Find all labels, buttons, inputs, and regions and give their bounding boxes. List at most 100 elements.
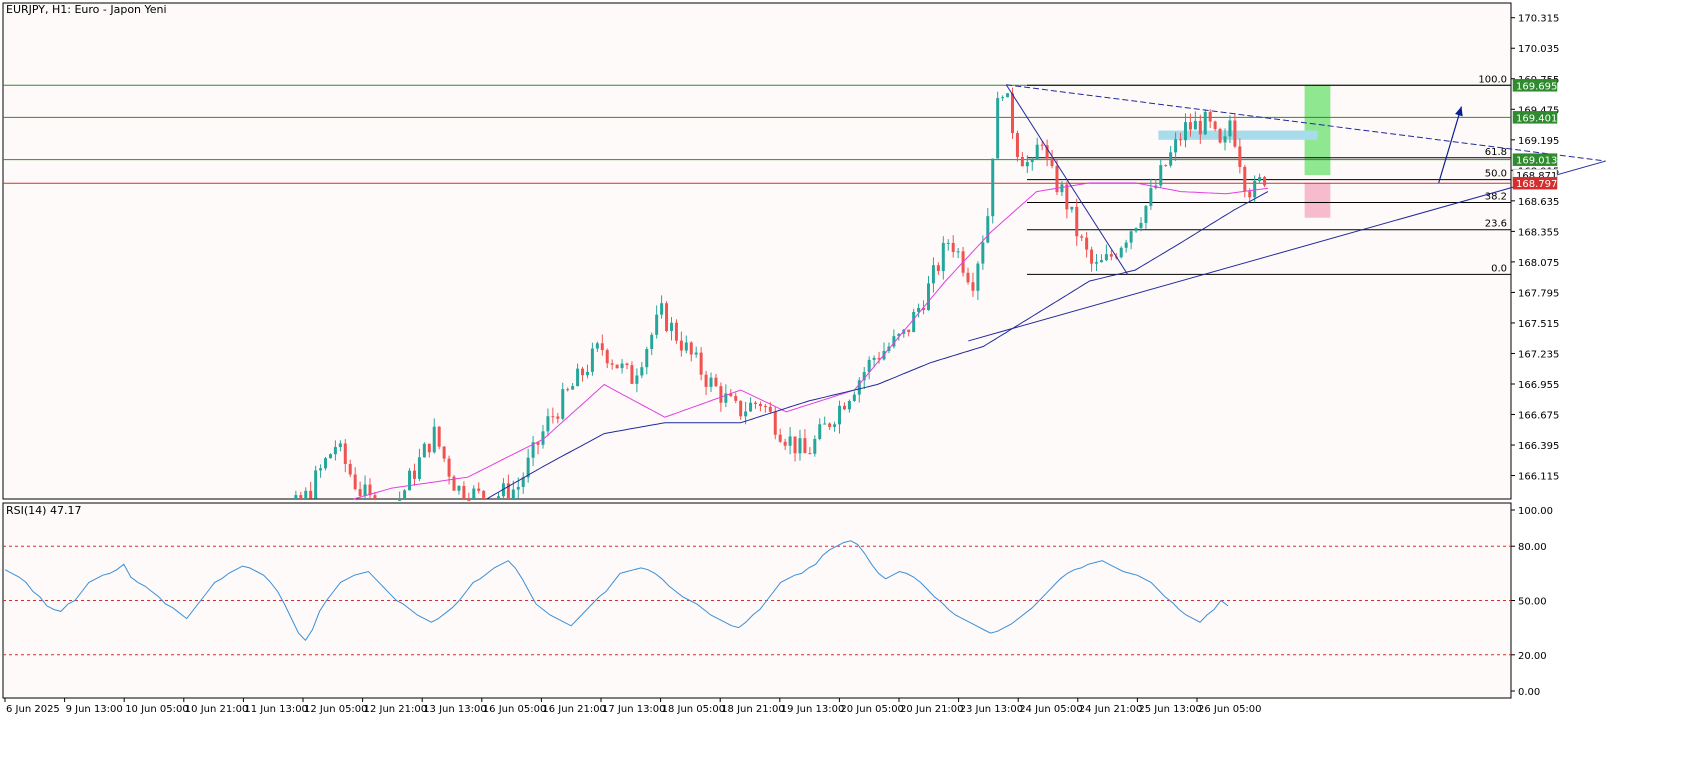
rsi-tick-label: 50.00: [1518, 597, 1547, 608]
candle-body: [1099, 260, 1103, 263]
candle-body: [798, 438, 802, 454]
candle-body: [867, 359, 871, 373]
time-tick-label: 13 Jun 13:00: [423, 704, 487, 715]
candle-body: [610, 363, 614, 365]
time-tick-label: 6 Jun 2025: [6, 704, 60, 715]
candle-body: [1179, 139, 1183, 141]
rsi-tick-label: 20.00: [1518, 651, 1547, 662]
candle-body: [946, 242, 950, 244]
candle-body: [417, 457, 421, 479]
candle-body: [1085, 237, 1089, 250]
candle-body: [1104, 254, 1108, 261]
candle-body: [437, 426, 441, 447]
price-level-badge-label: 169.695: [1516, 81, 1557, 92]
candle-body: [442, 446, 446, 459]
candle-body: [605, 350, 609, 364]
fib-level-label: 38.2: [1485, 191, 1507, 202]
candle-body: [1001, 97, 1005, 99]
candle-body: [669, 322, 673, 331]
price-tick-label: 167.795: [1518, 288, 1559, 299]
candle-body: [828, 423, 832, 427]
candle-body: [650, 334, 654, 349]
candle-body: [1119, 247, 1123, 258]
time-tick-label: 16 Jun 05:00: [483, 704, 547, 715]
candle-body: [497, 496, 500, 499]
candle-body: [590, 348, 594, 372]
candle-body: [838, 405, 842, 425]
candle-body: [1238, 146, 1242, 167]
candle-body: [581, 368, 585, 376]
candle-body: [694, 352, 698, 355]
rsi-header: RSI(14) 47.17: [6, 504, 82, 517]
candle-body: [1080, 236, 1084, 238]
candle-body: [600, 343, 604, 351]
candle-body: [931, 265, 935, 284]
candle-body: [1258, 177, 1262, 181]
candle-body: [679, 340, 683, 351]
time-tick-label: 19 Jun 13:00: [781, 704, 845, 715]
candle-body: [813, 438, 817, 454]
candle-body: [655, 314, 659, 335]
time-tick-label: 26 Jun 05:00: [1198, 704, 1262, 715]
price-level-badge-label: 169.401: [1516, 113, 1557, 124]
candle-body: [314, 470, 318, 499]
rsi-tick-label: 100.00: [1518, 506, 1553, 517]
candle-body: [1020, 156, 1024, 167]
candle-body: [758, 403, 762, 407]
time-tick-label: 12 Jun 05:00: [304, 704, 368, 715]
candle-body: [462, 485, 466, 499]
candle-body: [398, 500, 402, 502]
candle-body: [941, 242, 945, 272]
fib-level-label: 50.0: [1485, 169, 1507, 180]
candle-body: [981, 242, 985, 264]
candle-body: [1060, 184, 1064, 193]
candle-body: [842, 405, 846, 410]
candle-body: [971, 282, 975, 291]
candle-body: [1040, 144, 1044, 146]
candle-body: [986, 216, 990, 243]
candle-body: [1124, 242, 1128, 248]
candle-body: [936, 265, 940, 272]
candle-body: [333, 447, 337, 455]
time-tick-label: 20 Jun 21:00: [900, 704, 964, 715]
time-tick-label: 10 Jun 05:00: [125, 704, 189, 715]
candle-body: [744, 411, 748, 417]
price-level-badge-label: 169.013: [1516, 156, 1557, 167]
candle-body: [1159, 165, 1163, 186]
candle-body: [1169, 152, 1173, 166]
candle-body: [408, 470, 412, 491]
candle-body: [595, 343, 599, 349]
candle-body: [363, 484, 367, 496]
time-tick-label: 18 Jun 21:00: [721, 704, 785, 715]
candle-body: [1035, 144, 1039, 160]
candle-body: [615, 364, 619, 369]
candle-body: [566, 389, 570, 391]
rsi-panel-frame: [2, 502, 1512, 699]
chart-svg: 100.0 61.8 50.0 38.2 23.6 0.0 170.315 170.035 1…: [0, 0, 1682, 769]
candle-body: [1243, 166, 1247, 192]
candle-body: [907, 329, 911, 333]
candle-body: [754, 402, 757, 404]
candle-body: [951, 242, 955, 252]
candle-body: [403, 490, 407, 499]
time-tick-label: 24 Jun 05:00: [1019, 704, 1083, 715]
candle-body: [926, 283, 930, 311]
candle-body: [620, 363, 624, 369]
candle-body: [719, 386, 723, 403]
zone-blue: [1158, 130, 1318, 140]
candle-body: [561, 389, 565, 419]
candle-body: [684, 342, 688, 351]
fib-level-label: 23.6: [1485, 219, 1507, 230]
candle-body: [818, 424, 822, 439]
candle-body: [1183, 122, 1187, 141]
candle-body: [1174, 139, 1178, 153]
candle-body: [689, 342, 693, 355]
candle-body: [872, 357, 876, 360]
price-level-badge-label: 168.797: [1516, 179, 1557, 190]
candle-body: [551, 416, 555, 418]
candle-body: [576, 368, 580, 387]
candle-body: [1218, 128, 1222, 143]
candle-body: [645, 348, 649, 368]
price-tick-label: 166.395: [1518, 441, 1559, 452]
candle-body: [635, 375, 639, 384]
